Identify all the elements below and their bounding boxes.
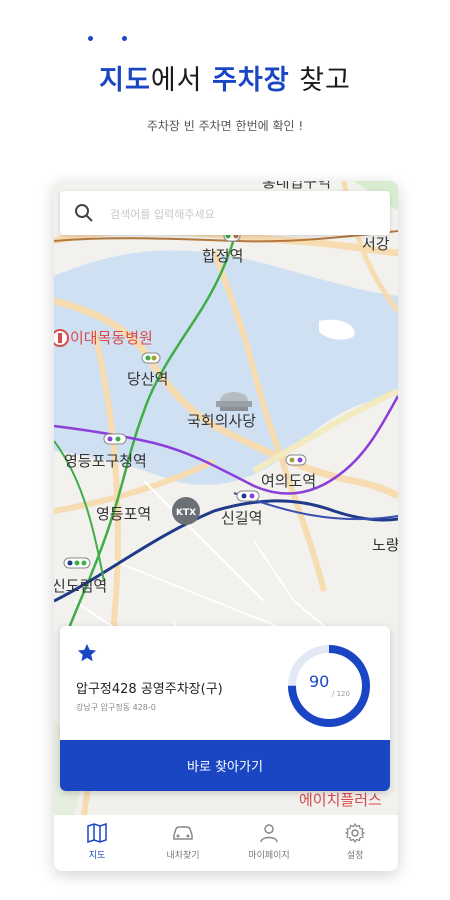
tab-my-page[interactable]: 마이페이지	[226, 815, 312, 871]
tab-settings[interactable]: 설정	[312, 815, 398, 871]
map-label-station: 영등포역	[96, 505, 151, 523]
tab-label: 지도	[88, 851, 106, 861]
map-label-station: 여의도역	[261, 472, 316, 490]
map-label-station: 노량	[372, 536, 398, 554]
ktx-icon: KTX	[172, 497, 200, 525]
parking-lot-address: 강남구 압구정동 428-0	[76, 703, 156, 712]
parking-lot-card[interactable]: 압구정428 공영주차장(구) 강남구 압구정동 428-0 90 / 120 …	[60, 626, 390, 791]
tab-find-my-car[interactable]: 내차찾기	[140, 815, 226, 871]
map-label-station: 서강	[362, 235, 390, 253]
dot	[88, 36, 93, 41]
map-label-landmark: 국회의사당	[187, 412, 256, 430]
headline-map: 지도	[99, 65, 151, 96]
headline-end: 찾고	[289, 65, 351, 96]
map-label-building: 에이치플러스	[299, 791, 382, 809]
car-icon	[173, 826, 193, 840]
map-label-station: 영등포구청역	[64, 452, 147, 470]
available-spaces: 90	[309, 672, 330, 691]
map-label-hospital: 이대목동병원	[70, 329, 153, 347]
search-icon	[75, 204, 93, 222]
map-label-station: 당산역	[127, 370, 168, 388]
headline-parking: 주차장	[212, 65, 290, 96]
star-icon[interactable]	[76, 642, 98, 664]
headline-middle: 에서	[150, 65, 213, 96]
promo-headline: 지도에서 주차장 찾고	[0, 58, 450, 97]
bottom-tab-bar: 지도 내차찾기 마이페이지 설정	[54, 815, 398, 871]
svg-text:KTX: KTX	[176, 508, 196, 518]
dot	[122, 36, 127, 41]
gear-icon	[345, 823, 365, 843]
search-bar[interactable]	[60, 191, 390, 235]
decorative-dots	[88, 36, 128, 44]
navigate-button[interactable]: 바로 찾아가기	[60, 740, 390, 791]
tab-label: 설정	[346, 851, 364, 861]
hospital-icon	[54, 329, 69, 347]
app-screen: KTX 홍대입구역 합정역 서강 이대목동병원 당산역 국회의사당 영등포구청역…	[54, 181, 398, 871]
parking-lot-name: 압구정428 공영주차장(구)	[76, 682, 223, 697]
map-label-station: 신도림역	[54, 577, 107, 595]
tab-label: 마이페이지	[248, 851, 290, 861]
map-label-station: 신길역	[221, 509, 262, 527]
map-label-station: 홍대입구역	[262, 181, 331, 191]
tab-label: 내차찾기	[166, 851, 200, 861]
total-spaces: / 120	[332, 690, 350, 698]
person-icon	[260, 824, 278, 843]
map-icon	[87, 823, 107, 843]
tab-map[interactable]: 지도	[54, 815, 140, 871]
map-label-station: 합정역	[202, 247, 243, 265]
search-input[interactable]	[108, 202, 362, 226]
promo-subtitle: 주차장 빈 주차면 한번에 확인 !	[146, 119, 304, 133]
